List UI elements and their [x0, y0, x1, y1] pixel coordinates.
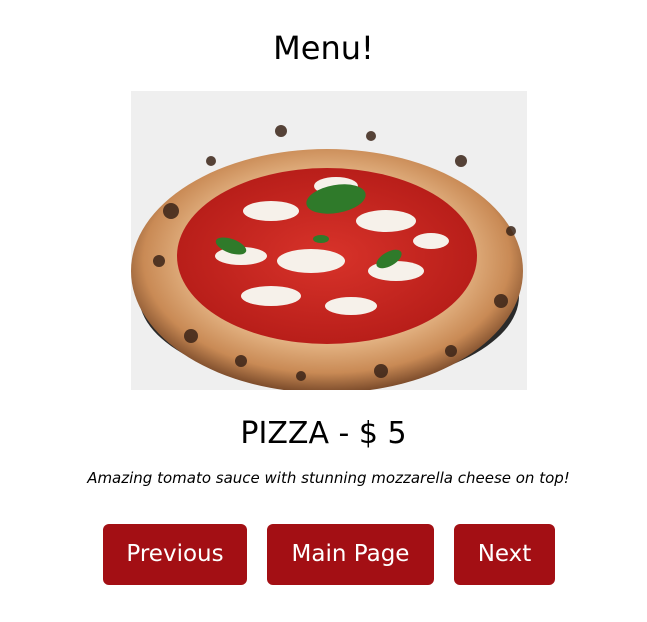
- pizza-image: [131, 91, 527, 390]
- main-page-button[interactable]: Main Page: [267, 524, 434, 585]
- item-description: Amazing tomato sauce with stunning mozza…: [87, 469, 570, 487]
- menu-page: Menu! PIZZA - $ 5 Amazing tomato sauce w…: [0, 0, 647, 622]
- pizza-icon: [131, 91, 527, 390]
- previous-button[interactable]: Previous: [103, 524, 247, 585]
- page-title: Menu!: [273, 29, 374, 67]
- item-title: PIZZA - $ 5: [240, 416, 407, 451]
- next-button[interactable]: Next: [454, 524, 555, 585]
